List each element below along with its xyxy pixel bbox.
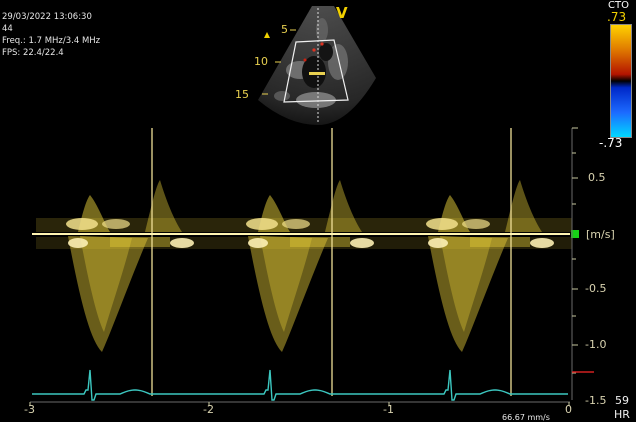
- heart-rate-label: HR: [614, 408, 630, 421]
- sweep-speed: 66.67 mm/s: [502, 413, 550, 422]
- time-ticks: [29, 402, 570, 406]
- velocity-label: -0.5: [585, 282, 607, 295]
- velocity-unit-label: [m/s]: [586, 228, 615, 241]
- spectral-doppler-display: [29, 127, 594, 406]
- velocity-ticks: [572, 127, 578, 374]
- time-label: -1: [383, 403, 394, 416]
- velocity-label: -1.5: [585, 394, 607, 407]
- doppler-signal: [36, 218, 572, 232]
- time-label: -3: [24, 403, 35, 416]
- doppler-spectrum: [36, 180, 572, 352]
- time-label: 0: [565, 403, 572, 416]
- velocity-label: 0.5: [588, 171, 606, 184]
- ultrasound-screen: 29/03/2022 13:06:30 44 Freq.: 1.7 MHz/3.…: [0, 0, 636, 422]
- heart-rate-value: 59: [615, 394, 629, 407]
- doppler-signal: [36, 237, 572, 249]
- time-label: -2: [203, 403, 214, 416]
- velocity-label: -1.0: [585, 338, 607, 351]
- ecg-trace: [32, 369, 568, 401]
